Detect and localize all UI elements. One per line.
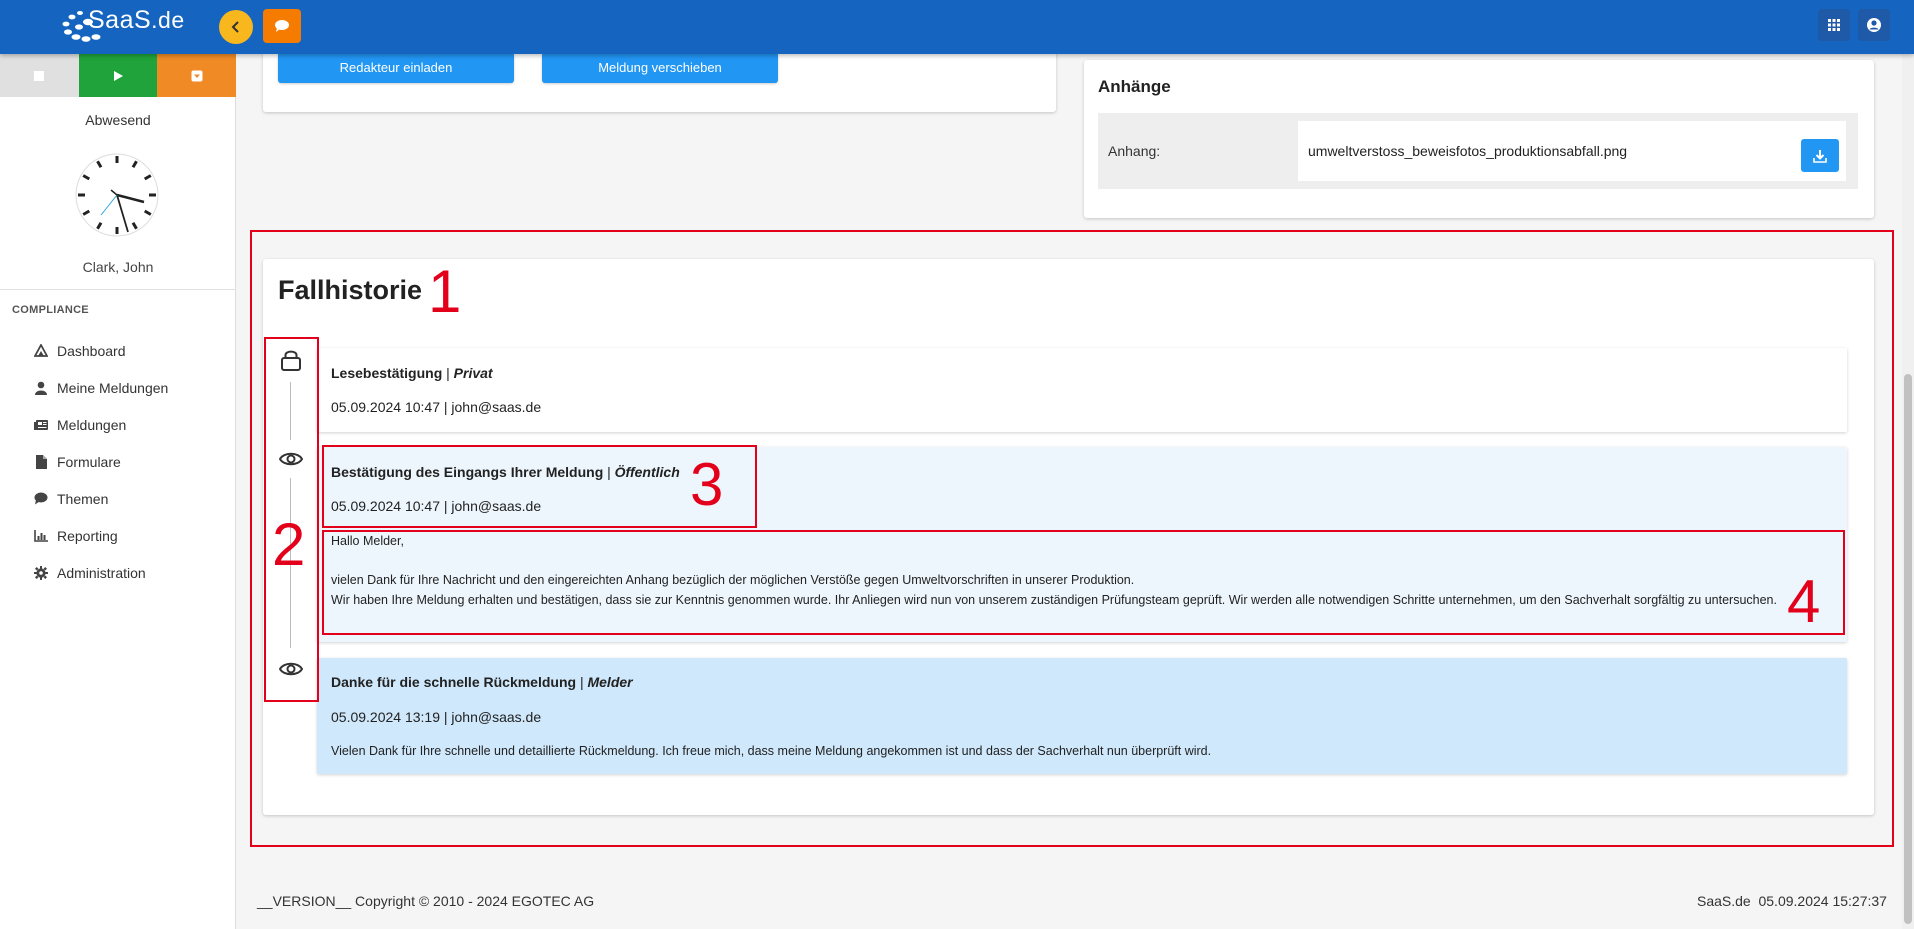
collapse-sidebar-button[interactable] bbox=[219, 10, 253, 44]
sidebar-item-administration[interactable]: Administration bbox=[0, 554, 236, 591]
status-stop-button[interactable] bbox=[0, 54, 79, 97]
sidebar-divider bbox=[0, 289, 236, 290]
grid-icon bbox=[1828, 19, 1840, 31]
attachment-filename[interactable]: umweltverstoss_beweisfotos_produktionsab… bbox=[1308, 143, 1627, 159]
comment-icon bbox=[34, 492, 48, 506]
download-icon bbox=[1813, 149, 1827, 163]
annotation-number-2: 2 bbox=[272, 511, 306, 578]
sidebar-item-formulare[interactable]: Formulare bbox=[0, 443, 236, 480]
footer-copyright: __VERSION__ Copyright © 2010 - 2024 EGOT… bbox=[257, 893, 595, 909]
file-icon bbox=[34, 454, 48, 469]
play-icon bbox=[114, 70, 123, 81]
sidebar-item-label: Formulare bbox=[57, 453, 121, 470]
sidebar-item-label: Reporting bbox=[57, 527, 118, 544]
person-icon bbox=[34, 381, 48, 395]
annotation-number-3: 3 bbox=[690, 451, 724, 518]
attachment-row: Anhang: umweltverstoss_beweisfotos_produ… bbox=[1098, 113, 1858, 189]
sidebar-item-label: Administration bbox=[57, 564, 146, 581]
logo-suffix: .de bbox=[151, 7, 185, 33]
annotation-number-4: 4 bbox=[1787, 568, 1821, 635]
sidebar-item-label: Dashboard bbox=[57, 342, 126, 359]
status-switcher bbox=[0, 54, 237, 97]
footer-timestamp: SaaS.de 05.09.2024 15:27:37 bbox=[1697, 893, 1887, 909]
sidebar-item-meine-meldungen[interactable]: Meine Meldungen bbox=[0, 369, 236, 406]
sidebar-nav: Dashboard Meine Meldungen Meldungen Form… bbox=[0, 332, 236, 591]
dashboard-icon bbox=[34, 344, 48, 358]
status-text: Abwesend bbox=[85, 112, 151, 128]
sidebar-item-dashboard[interactable]: Dashboard bbox=[0, 332, 236, 369]
status-play-button[interactable] bbox=[78, 54, 158, 97]
caret-square-down-icon bbox=[191, 70, 203, 81]
apps-grid-button[interactable] bbox=[1818, 9, 1850, 41]
sidebar-item-themen[interactable]: Themen bbox=[0, 480, 236, 517]
annotation-box-4 bbox=[322, 530, 1845, 635]
sidebar-item-label: Themen bbox=[57, 490, 109, 507]
chart-icon bbox=[34, 529, 48, 543]
download-button[interactable] bbox=[1801, 139, 1839, 172]
attachment-label: Anhang: bbox=[1108, 143, 1161, 159]
top-app-bar: SaaS.de bbox=[0, 0, 1914, 54]
page-scrollbar[interactable] bbox=[1902, 54, 1914, 929]
annotation-number-1: 1 bbox=[428, 258, 462, 325]
sidebar-item-reporting[interactable]: Reporting bbox=[0, 517, 236, 554]
stop-icon bbox=[34, 70, 45, 81]
sidebar: Abwesend Clark, John COMPLIANCE Dashboar… bbox=[0, 54, 237, 929]
chat-button[interactable] bbox=[263, 9, 301, 43]
invite-editor-button[interactable]: Redakteur einladen bbox=[278, 52, 514, 83]
analog-clock bbox=[75, 153, 159, 237]
user-circle-icon bbox=[1867, 18, 1881, 32]
status-away-button[interactable] bbox=[157, 54, 237, 97]
section-label-compliance: COMPLIANCE bbox=[12, 304, 89, 316]
gear-icon bbox=[34, 565, 48, 580]
sidebar-item-label: Meldungen bbox=[57, 416, 127, 433]
attachment-file: umweltverstoss_beweisfotos_produktionsab… bbox=[1298, 121, 1846, 181]
newspaper-icon bbox=[34, 418, 48, 432]
comment-icon bbox=[275, 20, 289, 32]
scrollbar-thumb[interactable] bbox=[1904, 374, 1912, 924]
saas-logo[interactable]: SaaS.de bbox=[58, 4, 188, 48]
sidebar-item-meldungen[interactable]: Meldungen bbox=[0, 406, 236, 443]
move-report-button[interactable]: Meldung verschieben bbox=[542, 52, 778, 83]
user-name: Clark, John bbox=[82, 259, 154, 275]
sidebar-item-label: Meine Meldungen bbox=[57, 379, 169, 396]
logo-text: SaaS bbox=[88, 6, 152, 34]
attachments-title: Anhänge bbox=[1098, 77, 1171, 96]
account-button[interactable] bbox=[1858, 9, 1890, 41]
chevron-left-icon bbox=[231, 21, 239, 33]
